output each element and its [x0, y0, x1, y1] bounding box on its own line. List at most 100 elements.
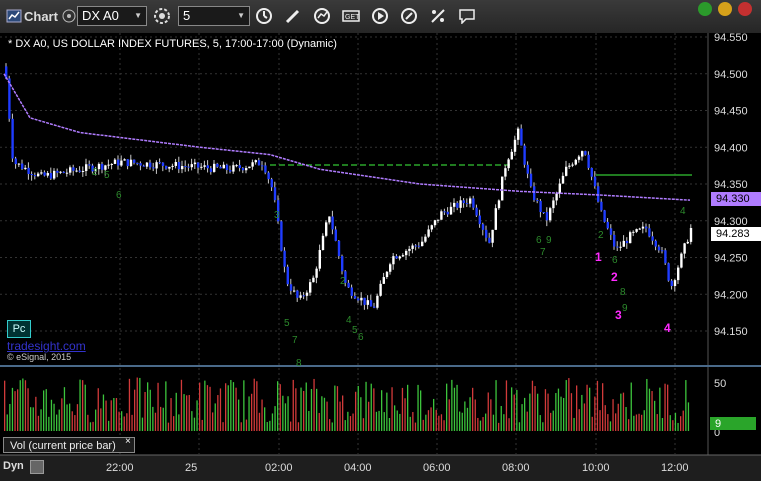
window-icon[interactable]: [59, 6, 79, 26]
interval-input[interactable]: 5 ▼: [178, 6, 250, 26]
volume-bar: [487, 392, 489, 431]
pin-icon[interactable]: [30, 460, 44, 474]
volume-bar: [95, 409, 97, 431]
time-tick-label: 10:00: [582, 462, 610, 474]
candle-body: [357, 298, 360, 301]
candle-body: [459, 200, 462, 208]
candle-body: [462, 200, 465, 204]
volume-bar: [248, 396, 250, 431]
volume-bar: [53, 403, 55, 431]
candle-body: [142, 165, 145, 167]
symbol-input[interactable]: DX A0 ▼: [77, 6, 147, 26]
clock-icon[interactable]: [254, 6, 274, 26]
volume-bar: [576, 385, 578, 431]
price-tick-label: 94.350: [714, 179, 748, 191]
link-icon[interactable]: [428, 6, 448, 26]
volume-bar: [646, 378, 648, 431]
volume-bar: [297, 422, 300, 431]
play-icon[interactable]: [370, 6, 390, 26]
volume-bar: [9, 403, 11, 431]
candle-body: [657, 246, 661, 251]
candle-body: [433, 220, 437, 226]
candle-body: [389, 264, 392, 272]
volume-bar: [118, 411, 120, 431]
volume-bar: [334, 385, 336, 431]
candle-body: [302, 295, 305, 297]
settings-gear-icon[interactable]: [152, 6, 172, 26]
volume-bar: [290, 421, 292, 431]
candle-body: [305, 292, 309, 296]
volume-bar: [388, 418, 391, 431]
candle-body: [206, 165, 209, 169]
comment-icon[interactable]: [457, 6, 477, 26]
volume-bar: [256, 381, 258, 431]
chevron-down-icon[interactable]: ▼: [134, 7, 142, 25]
draw-pencil-icon[interactable]: [283, 6, 303, 26]
candle-body: [184, 166, 187, 168]
volume-bar: [209, 386, 211, 431]
refresh-icon[interactable]: [312, 6, 332, 26]
volume-bar: [485, 413, 487, 431]
volume-bar: [22, 378, 24, 431]
candle-body: [481, 224, 485, 230]
volume-bar: [17, 389, 19, 431]
volume-study-label[interactable]: Vol (current price bar): [3, 437, 135, 453]
time-tick-label: 12:00: [661, 462, 689, 474]
candle-body: [43, 172, 46, 176]
volume-bar: [279, 384, 281, 431]
chart-label: Chart: [24, 8, 58, 24]
copyright-text: © eSignal, 2015: [7, 352, 72, 362]
volume-bar: [313, 378, 315, 431]
chevron-down-icon[interactable]: ▼: [237, 7, 245, 25]
candle-body: [238, 165, 241, 169]
volume-bar: [284, 403, 287, 431]
volume-bar: [253, 378, 255, 431]
volume-bar: [305, 382, 307, 431]
time-tick-label: 08:00: [502, 462, 530, 474]
candle-body: [161, 162, 165, 166]
candle-body: [190, 164, 193, 168]
chart-app-icon[interactable]: [4, 6, 24, 26]
volume-bar: [604, 405, 606, 431]
candle-body: [59, 171, 62, 173]
candle-body: [107, 164, 110, 166]
candle-body: [555, 193, 558, 201]
watermark-link[interactable]: tradesight.com: [7, 339, 86, 353]
volume-bar: [599, 410, 601, 431]
volume-bar: [30, 407, 32, 431]
volume-bar: [394, 405, 396, 431]
candle-body: [593, 176, 597, 187]
minimize-button[interactable]: [698, 2, 712, 16]
count-label: 7: [540, 247, 546, 258]
quote-icon[interactable]: GET: [341, 6, 361, 26]
volume-bar: [498, 422, 500, 431]
count-label: 3: [274, 210, 280, 221]
interval-value: 5: [183, 8, 191, 23]
volume-bar: [521, 404, 523, 431]
candle-body: [171, 165, 174, 167]
candle-body: [667, 263, 670, 281]
close-icon[interactable]: ×: [125, 436, 131, 447]
volume-bar: [687, 402, 690, 431]
pc-badge[interactable]: Pc: [7, 320, 31, 338]
price-chart[interactable]: 94.55094.50094.45094.40094.35094.30094.2…: [0, 33, 761, 481]
time-tick-label: 06:00: [423, 462, 451, 474]
volume-bar: [336, 386, 339, 431]
volume-bar: [664, 383, 666, 431]
volume-bar: [321, 396, 323, 431]
price-tick-label: 94.400: [714, 142, 748, 154]
dyn-label[interactable]: Dyn: [3, 460, 24, 472]
volume-bar: [550, 412, 552, 431]
candle-body: [581, 151, 584, 157]
close-button[interactable]: [738, 2, 752, 16]
candle-body: [251, 162, 254, 167]
volume-bar: [240, 422, 242, 431]
candle-body: [133, 159, 136, 163]
volume-bar: [323, 397, 326, 431]
volume-bar: [152, 406, 154, 431]
volume-bar: [144, 392, 146, 431]
maximize-button[interactable]: [718, 2, 732, 16]
volume-bar: [667, 384, 669, 431]
edit-icon[interactable]: [399, 6, 419, 26]
candle-body: [155, 162, 158, 169]
